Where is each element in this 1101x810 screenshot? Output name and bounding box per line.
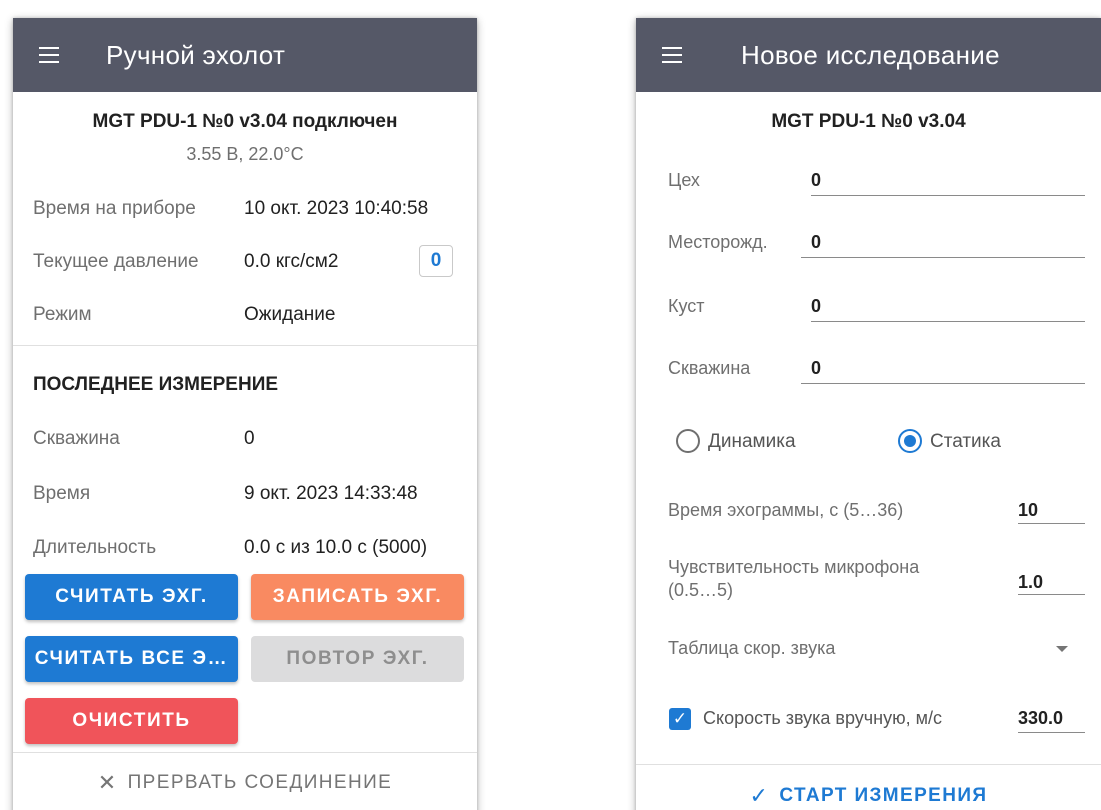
- app-bar: Ручной эхолот: [13, 18, 477, 92]
- checkmark-icon: ✓: [672, 709, 688, 728]
- workshop-input[interactable]: 0: [811, 170, 821, 191]
- well-input[interactable]: 0: [811, 358, 821, 379]
- workshop-label: Цех: [668, 170, 700, 190]
- echogram-time-label: Время эхограммы, с (5…36): [668, 500, 904, 520]
- device-status: 3.55 В, 22.0°C: [186, 144, 304, 164]
- oilfield-underline: [801, 257, 1085, 258]
- manual-speed-label: Скорость звука вручную, м/с: [703, 708, 943, 728]
- footer-divider: [13, 752, 477, 753]
- static-radio[interactable]: [898, 429, 922, 453]
- oilfield-input[interactable]: 0: [811, 232, 821, 253]
- echogram-time-underline: [1018, 523, 1085, 524]
- manual-speed-underline: [1018, 732, 1085, 733]
- page-title: Ручной эхолот: [106, 40, 286, 70]
- last-measurement-heading: ПОСЛЕДНЕЕ ИЗМЕРЕНИЕ: [33, 374, 279, 395]
- manual-speed-input[interactable]: 330.0: [1018, 708, 1063, 729]
- cluster-underline: [811, 321, 1085, 322]
- duration-label: Длительность: [33, 537, 157, 558]
- hamburger-menu-icon[interactable]: [662, 47, 682, 63]
- well-label: Скважина: [668, 358, 751, 378]
- disconnect-button[interactable]: ✕ ПРЕРВАТЬ СОЕДИНЕНИЕ: [13, 766, 477, 800]
- repeat-echogram-button[interactable]: ПОВТОР ЭХГ.: [251, 636, 464, 682]
- mic-sensitivity-label: Чувствительность микрофона: [668, 557, 920, 577]
- close-icon: ✕: [97, 770, 118, 795]
- manual-echosounder-screen: Ручной эхолот MGT PDU-1 №0 v3.04 подключ…: [13, 18, 477, 810]
- cluster-label: Куст: [668, 296, 705, 316]
- mode-value: Ожидание: [244, 304, 336, 325]
- page-title: Новое исследование: [741, 40, 1000, 70]
- static-radio-label[interactable]: Статика: [930, 431, 1001, 453]
- pressure-reset-chip[interactable]: 0: [419, 245, 453, 277]
- cluster-input[interactable]: 0: [811, 296, 821, 317]
- well-value: 0: [244, 428, 255, 449]
- device-title: MGT PDU-1 №0 v3.04: [771, 111, 966, 132]
- read-echogram-button[interactable]: СЧИТАТЬ ЭХГ.: [25, 574, 238, 620]
- dynamic-radio[interactable]: [676, 429, 700, 453]
- mic-sensitivity-range: (0.5…5): [668, 580, 734, 600]
- mic-sensitivity-input[interactable]: 1.0: [1018, 572, 1043, 593]
- write-echogram-button[interactable]: ЗАПИСАТЬ ЭХГ.: [251, 574, 464, 620]
- manual-speed-checkbox[interactable]: ✓: [669, 708, 691, 730]
- device-title: MGT PDU-1 №0 v3.04 подключен: [92, 111, 398, 132]
- time-value: 9 окт. 2023 14:33:48: [244, 483, 418, 504]
- check-icon: ✓: [749, 783, 770, 808]
- device-time-value: 10 окт. 2023 10:40:58: [244, 198, 429, 219]
- echogram-time-input[interactable]: 10: [1018, 500, 1038, 521]
- start-measurement-button[interactable]: ✓ СТАРТ ИЗМЕРЕНИЯ: [636, 779, 1101, 810]
- new-study-screen: Новое исследование MGT PDU-1 №0 v3.04 Це…: [636, 18, 1101, 810]
- workshop-underline: [811, 195, 1085, 196]
- well-underline: [801, 383, 1085, 384]
- mic-sensitivity-underline: [1018, 594, 1085, 595]
- mode-label: Режим: [33, 304, 92, 325]
- pressure-value: 0.0 кгс/см2: [244, 251, 339, 272]
- sound-table-label[interactable]: Таблица скор. звука: [668, 638, 835, 659]
- footer-divider: [636, 764, 1101, 765]
- time-label: Время: [33, 483, 91, 504]
- read-all-echograms-button[interactable]: СЧИТАТЬ ВСЕ Э…: [25, 636, 238, 682]
- clear-button[interactable]: ОЧИСТИТЬ: [25, 698, 238, 744]
- app-bar: Новое исследование: [636, 18, 1101, 92]
- dropdown-arrow-icon[interactable]: [1056, 646, 1068, 652]
- disconnect-label: ПРЕРВАТЬ СОЕДИНЕНИЕ: [127, 772, 393, 793]
- start-measurement-label: СТАРТ ИЗМЕРЕНИЯ: [779, 785, 988, 806]
- dynamic-radio-label[interactable]: Динамика: [708, 431, 796, 453]
- section-divider: [13, 345, 477, 346]
- pressure-label: Текущее давление: [33, 251, 199, 272]
- duration-value: 0.0 с из 10.0 с (5000): [244, 537, 428, 558]
- device-time-label: Время на приборе: [33, 198, 196, 219]
- field-label: Месторожд.: [668, 232, 768, 252]
- well-label: Скважина: [33, 428, 120, 449]
- hamburger-menu-icon[interactable]: [39, 47, 59, 63]
